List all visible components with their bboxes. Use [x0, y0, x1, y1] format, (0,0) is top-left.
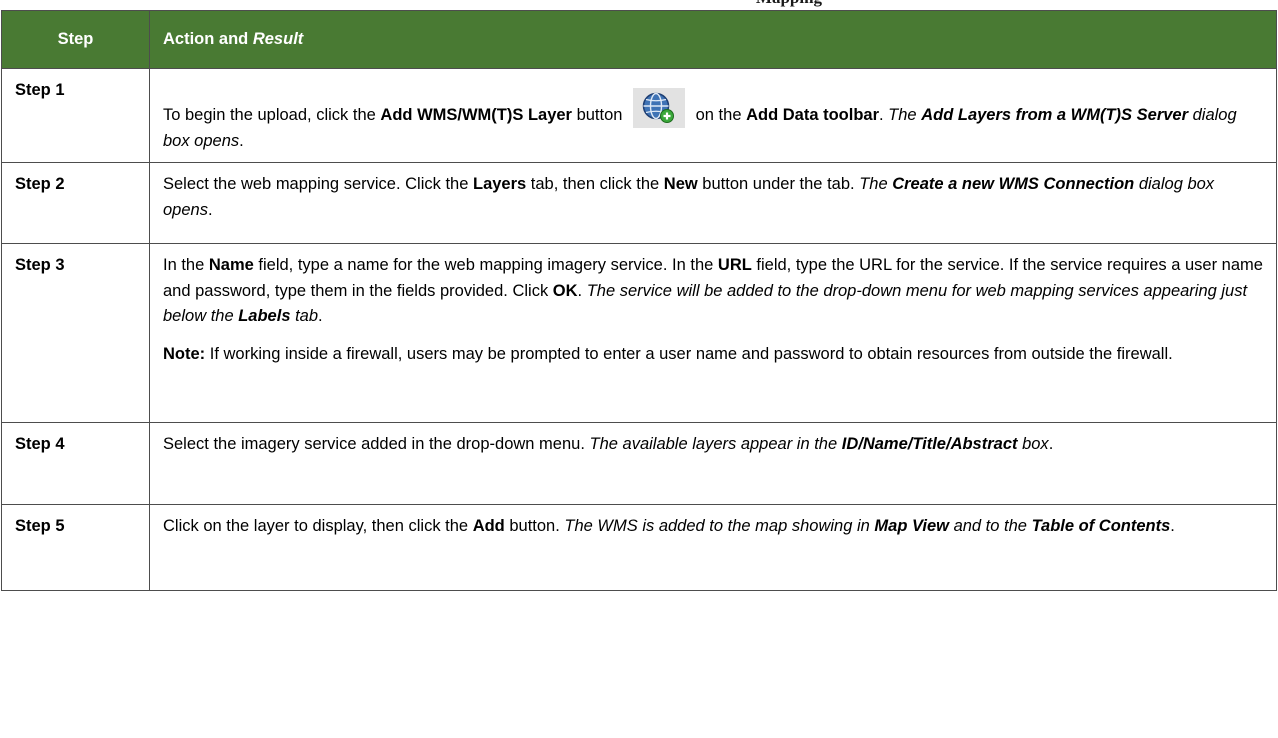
- text-run: Create a new WMS Connection: [892, 175, 1135, 193]
- text-run: .: [318, 307, 323, 325]
- steps-table: Step Action and Result Step 1 To begin t…: [1, 10, 1277, 591]
- text-run: field, type a name for the web mapping i…: [253, 256, 718, 274]
- text-run: tab: [290, 307, 319, 325]
- text-run: The available layers appear in the: [589, 435, 842, 453]
- step-action: Click on the layer to display, then clic…: [149, 504, 1277, 591]
- step-action: Select the imagery service added in the …: [149, 422, 1277, 505]
- action-paragraph: Note: If working inside a firewall, user…: [163, 342, 1263, 368]
- text-run: Select the imagery service added in the …: [163, 435, 590, 453]
- text-run: Click on the layer to display, then clic…: [163, 517, 473, 535]
- text-run: The: [888, 106, 922, 124]
- table-header-row: Step Action and Result: [1, 10, 1277, 69]
- text-run: The: [859, 175, 893, 193]
- text-run: The WMS is added to the map showing in: [564, 517, 875, 535]
- step-label: Step 1: [1, 68, 150, 163]
- text-run: .: [879, 106, 889, 124]
- table-row: Step 4 Select the imagery service added …: [1, 422, 1277, 505]
- globe-add-icon: [633, 88, 686, 128]
- step-label: Step 5: [1, 504, 150, 591]
- text-run: .: [577, 281, 587, 300]
- text-run: ID/Name/Title/Abstract: [841, 435, 1018, 453]
- text-run: Layers: [472, 175, 527, 193]
- text-run: Result: [252, 29, 304, 48]
- text-run: In the: [163, 256, 209, 274]
- action-paragraph: To begin the upload, click the Add WMS/W…: [163, 88, 1263, 154]
- text-run: on the: [691, 106, 747, 124]
- step-action: To begin the upload, click the Add WMS/W…: [149, 68, 1277, 163]
- text-run: .: [1170, 517, 1175, 535]
- header-step: Step: [1, 10, 150, 69]
- step-action: In the Name field, type a name for the w…: [149, 243, 1277, 423]
- text-run: button: [571, 106, 628, 124]
- action-paragraph: Select the imagery service added in the …: [163, 432, 1263, 458]
- text-run: .: [207, 200, 213, 219]
- text-run: Name: [208, 256, 254, 274]
- text-run: URL: [717, 256, 752, 274]
- table-row: Step 3 In the Name field, type a name fo…: [1, 243, 1277, 423]
- action-paragraph: Select the web mapping service. Click th…: [163, 172, 1263, 223]
- text-run: Add Layers from a WM(T)S Server: [921, 106, 1189, 124]
- step-action: Select the web mapping service. Click th…: [149, 162, 1277, 244]
- text-run: Labels: [238, 307, 291, 325]
- text-run: button.: [504, 517, 565, 535]
- text-run: Add Data toolbar: [746, 106, 879, 124]
- text-run: .: [239, 131, 244, 150]
- text-run: box: [1017, 435, 1049, 453]
- step-label: Step 2: [1, 162, 150, 244]
- text-run: Select the web mapping service. Click th…: [163, 175, 473, 193]
- text-run: Add: [472, 517, 505, 535]
- text-run: New: [663, 175, 698, 193]
- step-label: Step 4: [1, 422, 150, 505]
- text-run: Map View: [874, 517, 949, 535]
- action-paragraph: In the Name field, type a name for the w…: [163, 253, 1263, 330]
- text-run: button under the tab.: [697, 175, 860, 193]
- action-paragraph: Click on the layer to display, then clic…: [163, 514, 1263, 540]
- table-row: Step 2 Select the web mapping service. C…: [1, 162, 1277, 244]
- text-run: .: [1048, 435, 1054, 453]
- text-run: Add WMS/WM(T)S Layer: [380, 106, 572, 124]
- text-run: Note:: [163, 344, 206, 363]
- text-run: Table of Contents: [1031, 517, 1171, 535]
- text-run: OK: [552, 281, 578, 300]
- header-action-result: Action and Result: [149, 10, 1277, 69]
- table-row: Step 1 To begin the upload, click the Ad…: [1, 68, 1277, 163]
- text-run: Action and: [163, 29, 253, 48]
- step-label: Step 3: [1, 243, 150, 423]
- text-run: To begin the upload, click the: [163, 106, 381, 124]
- text-run: tab, then click the: [526, 175, 664, 193]
- text-run: and to the: [948, 517, 1032, 535]
- table-caption: Mapping: [0, 0, 1278, 10]
- text-run: If working inside a firewall, users may …: [205, 344, 1173, 363]
- table-row: Step 5 Click on the layer to display, th…: [1, 504, 1277, 591]
